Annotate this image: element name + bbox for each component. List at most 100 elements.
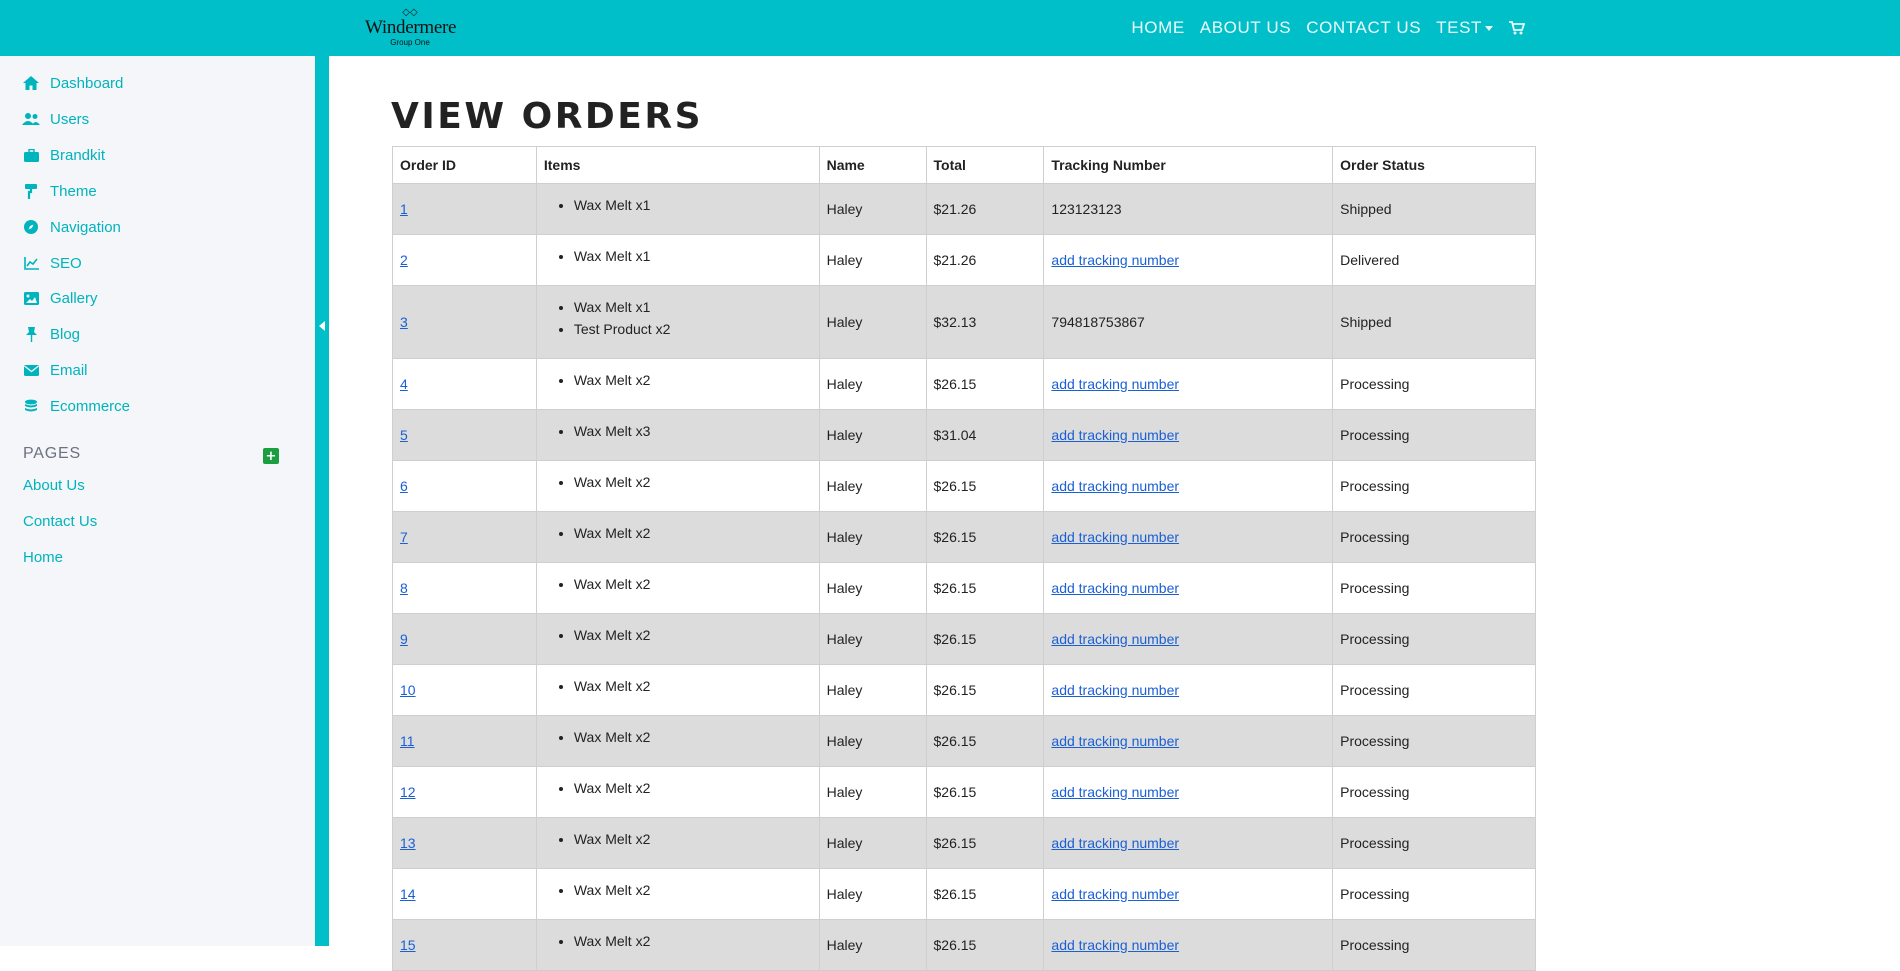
table-row: 2 Wax Melt x1 Haley$21.26 add tracking numb… — [392, 234, 1536, 286]
add-tracking-number-link[interactable]: add tracking number — [1051, 937, 1179, 953]
sidebar-divider — [315, 56, 329, 946]
order-total-cell: $26.15 — [925, 868, 1045, 920]
tracking-number-cell: add tracking number — [1043, 715, 1334, 767]
add-tracking-number-link[interactable]: add tracking number — [1051, 784, 1179, 800]
sidebar-item-blog[interactable]: Blog — [22, 323, 80, 345]
add-tracking-number-link[interactable]: add tracking number — [1051, 252, 1179, 268]
order-items-cell: Wax Melt x2 — [535, 715, 820, 767]
table-row: 10 Wax Melt x2 Haley$26.15 add tracking num… — [392, 664, 1536, 716]
order-status-cell: Processing — [1332, 511, 1536, 563]
nav-about-link[interactable]: ABOUT US — [1200, 18, 1291, 38]
tracking-number-cell: add tracking number — [1043, 562, 1334, 614]
customer-name-cell: Haley — [818, 664, 927, 716]
order-id-link[interactable]: 4 — [400, 376, 408, 392]
order-items-list: Wax Melt x2 — [544, 522, 812, 544]
sidebar-item-theme[interactable]: Theme — [22, 180, 97, 202]
sidebar-item-email[interactable]: Email — [22, 359, 88, 381]
order-id-cell: 6 — [392, 460, 537, 512]
order-id-link[interactable]: 10 — [400, 682, 416, 698]
customer-name-cell: Haley — [818, 183, 927, 235]
order-items-cell: Wax Melt x2 — [535, 766, 820, 818]
table-header-row: Order ID Items Name Total Tracking Numbe… — [392, 146, 1536, 184]
order-status-cell: Processing — [1332, 409, 1536, 461]
order-item: Wax Melt x2 — [574, 879, 812, 901]
nav-contact-link[interactable]: CONTACT US — [1306, 18, 1421, 38]
sidebar-item-brandkit[interactable]: Brandkit — [22, 144, 105, 166]
customer-name-cell: Haley — [818, 409, 927, 461]
order-items-cell: Wax Melt x2 — [535, 868, 820, 920]
add-tracking-number-link[interactable]: add tracking number — [1051, 682, 1179, 698]
nav-test-label: TEST — [1436, 18, 1482, 37]
line-chart-icon — [22, 254, 40, 272]
customer-name-cell: Haley — [818, 715, 927, 767]
coins-icon — [22, 397, 40, 415]
order-id-link[interactable]: 13 — [400, 835, 416, 851]
users-icon — [22, 110, 40, 128]
tracking-number-cell: 794818753867 — [1043, 285, 1334, 359]
order-item: Wax Melt x2 — [574, 624, 812, 646]
add-tracking-number-link[interactable]: add tracking number — [1051, 478, 1179, 494]
order-id-link[interactable]: 8 — [400, 580, 408, 596]
order-items-list: Wax Melt x2 — [544, 624, 812, 646]
add-page-button[interactable]: + — [263, 448, 279, 464]
order-total-cell: $26.15 — [925, 613, 1045, 665]
customer-name-cell: Haley — [818, 358, 927, 410]
sidebar-item-users[interactable]: Users — [22, 108, 89, 130]
add-tracking-number-link[interactable]: add tracking number — [1051, 631, 1179, 647]
sidebar-item-ecommerce[interactable]: Ecommerce — [22, 395, 130, 417]
add-tracking-number-link[interactable]: add tracking number — [1051, 835, 1179, 851]
order-items-list: Wax Melt x2 — [544, 675, 812, 697]
nav-home-link[interactable]: HOME — [1131, 18, 1184, 38]
order-id-link[interactable]: 6 — [400, 478, 408, 494]
order-items-cell: Wax Melt x2 — [535, 358, 820, 410]
order-id-cell: 3 — [392, 285, 537, 359]
order-id-link[interactable]: 1 — [400, 201, 408, 217]
order-items-list: Wax Melt x2 — [544, 828, 812, 850]
add-tracking-number-link[interactable]: add tracking number — [1051, 886, 1179, 902]
order-item: Wax Melt x3 — [574, 420, 812, 442]
add-tracking-number-link[interactable]: add tracking number — [1051, 733, 1179, 749]
order-status-cell: Delivered — [1332, 234, 1536, 286]
logo-name: Windermere — [365, 17, 457, 38]
brand-logo[interactable]: ◇◇ Windermere Group One — [365, 8, 457, 48]
add-tracking-number-link[interactable]: add tracking number — [1051, 529, 1179, 545]
order-item: Wax Melt x2 — [574, 369, 812, 391]
add-tracking-number-link[interactable]: add tracking number — [1051, 580, 1179, 596]
sidebar-item-dashboard[interactable]: Dashboard — [22, 72, 123, 94]
caret-down-icon — [1485, 26, 1493, 32]
nav-test-dropdown[interactable]: TEST — [1436, 18, 1493, 38]
order-id-link[interactable]: 14 — [400, 886, 416, 902]
sidebar-item-gallery[interactable]: Gallery — [22, 287, 98, 309]
add-tracking-number-link[interactable]: add tracking number — [1051, 376, 1179, 392]
order-total-cell: $26.15 — [925, 562, 1045, 614]
order-total-cell: $21.26 — [925, 234, 1045, 286]
customer-name-cell: Haley — [818, 234, 927, 286]
order-id-cell: 11 — [392, 715, 537, 767]
cart-icon[interactable] — [1508, 19, 1526, 37]
order-status-cell: Processing — [1332, 562, 1536, 614]
order-id-link[interactable]: 12 — [400, 784, 416, 800]
sidebar-item-seo[interactable]: SEO — [22, 252, 82, 274]
order-id-link[interactable]: 11 — [400, 733, 415, 749]
page-link-home[interactable]: Home — [23, 549, 63, 566]
order-id-cell: 5 — [392, 409, 537, 461]
order-id-link[interactable]: 7 — [400, 529, 408, 545]
pages-heading: PAGES — [23, 445, 81, 462]
customer-name-cell: Haley — [818, 919, 927, 971]
order-id-link[interactable]: 3 — [400, 314, 408, 330]
page-link-contact-us[interactable]: Contact Us — [23, 513, 97, 530]
table-row: 1 Wax Melt x1 Haley$21.26 123123123 Shipped — [392, 183, 1536, 235]
page-link-about-us[interactable]: About Us — [23, 477, 85, 494]
order-id-link[interactable]: 2 — [400, 252, 408, 268]
sidebar-item-navigation[interactable]: Navigation — [22, 216, 121, 238]
sidebar-item-label: Blog — [50, 325, 81, 343]
order-total-cell: $26.15 — [925, 358, 1045, 410]
order-id-link[interactable]: 9 — [400, 631, 408, 647]
table-row: 8 Wax Melt x2 Haley$26.15 add tracking numb… — [392, 562, 1536, 614]
order-item: Wax Melt x2 — [574, 930, 812, 952]
order-id-link[interactable]: 5 — [400, 427, 408, 443]
add-tracking-number-link[interactable]: add tracking number — [1051, 427, 1179, 443]
order-id-link[interactable]: 15 — [400, 937, 416, 953]
collapse-sidebar-icon[interactable] — [319, 321, 325, 331]
order-items-list: Wax Melt x2 — [544, 879, 812, 901]
